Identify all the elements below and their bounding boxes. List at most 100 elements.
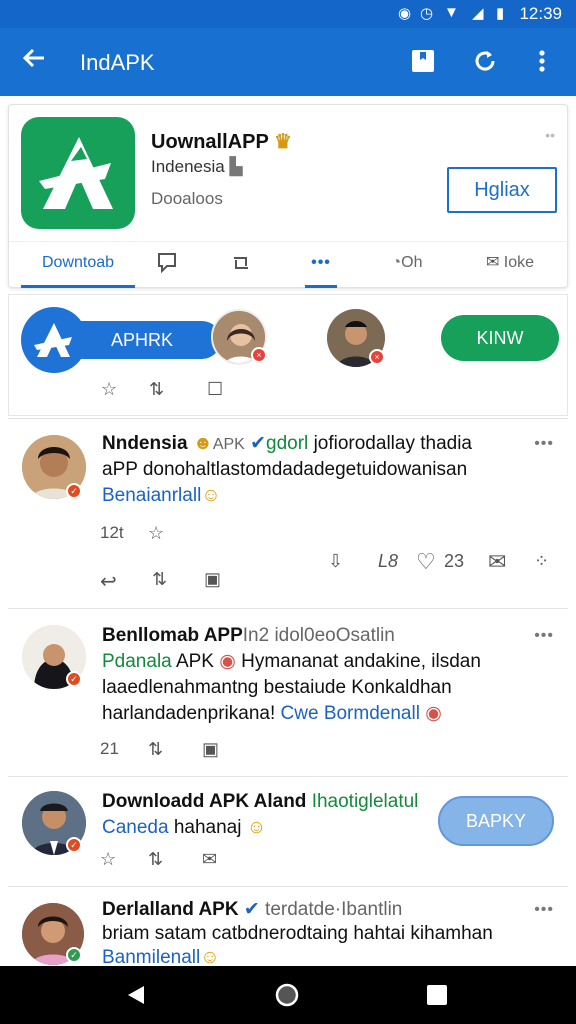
heart-icon[interactable]: ♡ [416,549,436,575]
post-2: ✓ Benllomab APPIn2 idol0eoOsatlin ••• Pd… [8,608,568,776]
image-icon[interactable]: ▣ [202,739,219,760]
verified-icon: ✔ [243,899,260,920]
post-line-4: harlandadenprikana! Cwe Bormdenall ◉ [102,701,442,727]
post-1: ✓ Nndensia ☻APK ✔gdorl jofiorodallay tha… [8,418,568,608]
new-button[interactable]: KINW [441,315,559,361]
install-button[interactable]: Hgliax [447,167,557,213]
post-line-2: Caneda hahanaj ☺ [102,815,266,841]
battery-icon: ▮ [496,5,505,22]
repost-icon[interactable]: ⇅ [148,739,163,760]
more-icon[interactable]: ••• [534,901,554,919]
app-tabs: Downtoab ••• ◔Oh ✉ Ioke [9,241,569,288]
smile-emoji-icon: ☺ [201,485,221,506]
emoji-icon: ◉ [219,651,236,672]
nav-back-icon[interactable] [124,984,146,1011]
smile-emoji-icon: ☺ [200,947,220,966]
tab-repost[interactable] [223,242,259,288]
status-time: 12:39 [519,4,562,23]
tab-like[interactable]: ✉ Ioke [475,242,545,288]
app-bar: IndAPK [0,28,576,96]
alarm-icon: ◷ [420,5,434,22]
repost-icon[interactable]: ⇅ [148,849,163,870]
avatar-badge: ✓ [66,837,82,853]
floating-action-button[interactable]: BAPKY [438,796,554,846]
reply-icon[interactable]: ↩ [100,569,117,594]
tab-download[interactable]: Downtoab [21,242,135,288]
stat-1: L8 [378,551,399,571]
story-strip: APHRK × × KINW ☆ ⇅ ☐ [8,294,568,416]
square-icon[interactable]: ☐ [207,379,223,400]
tab-chat[interactable] [149,242,185,288]
download-icon[interactable]: ⇩ [328,551,343,572]
post-link[interactable]: Banmilenall [102,947,200,966]
clock-icon: ◔ [391,254,402,271]
post-header: Nndensia ☻APK ✔gdorl jofiorodallay thadi… [102,431,472,458]
more-icon[interactable]: ••• [534,435,554,453]
repost-icon[interactable]: ⇅ [152,569,167,590]
app-name-text: UownallAPP [151,131,269,153]
more-icon[interactable]: ••• [534,627,554,645]
post-line-2: Pdanala APK ◉ Hymananat andakine, ilsdan [102,649,481,675]
story-badge-2: × [369,349,385,365]
post-author: Downloadd APK Aland [102,791,307,812]
post-link[interactable]: Caneda [102,817,169,838]
post-link[interactable]: Cwe Bormdenall [281,703,420,724]
nav-recents-icon[interactable] [426,984,448,1011]
chat-bubble-icon [158,253,176,274]
post-link[interactable]: Benaianrlall [102,485,201,506]
app-card: UownallAPP ♛ Indenesia ▙ Dooaloos •• Hgl… [8,104,569,288]
post-header: Derlalland APK ✔ terdatde·Ibantlin [102,897,402,923]
post-tail: Ihaotiglelatul [311,791,419,812]
card-more-icon[interactable]: •• [545,127,555,143]
mail-icon[interactable]: ✉ [202,849,217,870]
repost-icon[interactable]: ⇅ [149,379,164,400]
star-icon[interactable]: ☆ [100,849,116,870]
app-region: Indenesia ▙ [151,157,243,177]
app-region-text: Indenesia [151,157,225,176]
tab-more[interactable]: ••• [305,242,337,288]
verified-icon: ✔ [250,433,267,454]
app-name: UownallAPP ♛ [151,129,292,154]
like-count: 23 [444,551,465,571]
image-icon[interactable]: ▣ [204,569,221,590]
avatar-badge: ✓ [66,483,82,499]
post-tail: gdorl [266,433,309,454]
apk-story-pill[interactable]: APHRK [21,307,221,373]
post-tail: In2 idol0eoOsatlin [242,625,395,646]
app-logo-icon [21,117,135,229]
post-tail2: jofiorodallay thadia [313,433,473,454]
post-header: Downloadd APK Aland Ihaotiglelatul [102,789,418,815]
tab-oh[interactable]: ◔Oh [389,242,425,288]
refresh-icon[interactable] [472,48,500,76]
system-nav-bar [0,966,576,1024]
tab-like-label: Ioke [503,254,535,271]
post-count: 12t [100,523,124,542]
emoji-icon: ☻ [192,433,213,454]
post-line-3: Banmilenall☺ [102,945,220,966]
smile-emoji-icon: ☺ [246,817,267,838]
grid-dots-icon[interactable]: ⁘ [534,551,549,572]
post-line-3: laaedlenahmantng bestaiude Konkaldhan [102,677,452,698]
star-icon[interactable]: ☆ [148,523,164,544]
post-4: ✓ Derlalland APK ✔ terdatde·Ibantlin •••… [8,886,568,966]
repost-icon [234,257,248,269]
emoji-icon: ◉ [425,703,442,724]
avatar-badge: ✓ [66,671,82,687]
app-title: IndAPK [80,50,155,75]
back-arrow-icon[interactable] [20,44,48,80]
post-author: Nndensia [102,433,188,454]
wifi-icon: ▼ [444,4,459,21]
overflow-menu-icon[interactable] [530,48,558,76]
mail-icon[interactable]: ✉ [488,549,506,575]
bookmark-icon[interactable] [410,48,438,76]
nav-home-icon[interactable] [274,982,300,1013]
post-count: 21 [100,739,119,758]
crown-badge-icon: ♛ [274,131,292,153]
apk-logo-icon [21,307,87,373]
post-handle: APK [212,436,245,453]
star-icon[interactable]: ☆ [101,379,117,400]
avatar-badge: ✓ [66,947,82,963]
status-bar: ◉ ◷ ▼ ◢ ▮ 12:39 [0,0,576,28]
mail-icon: ✉ [485,254,500,271]
lock-icon: ▙ [229,157,243,176]
